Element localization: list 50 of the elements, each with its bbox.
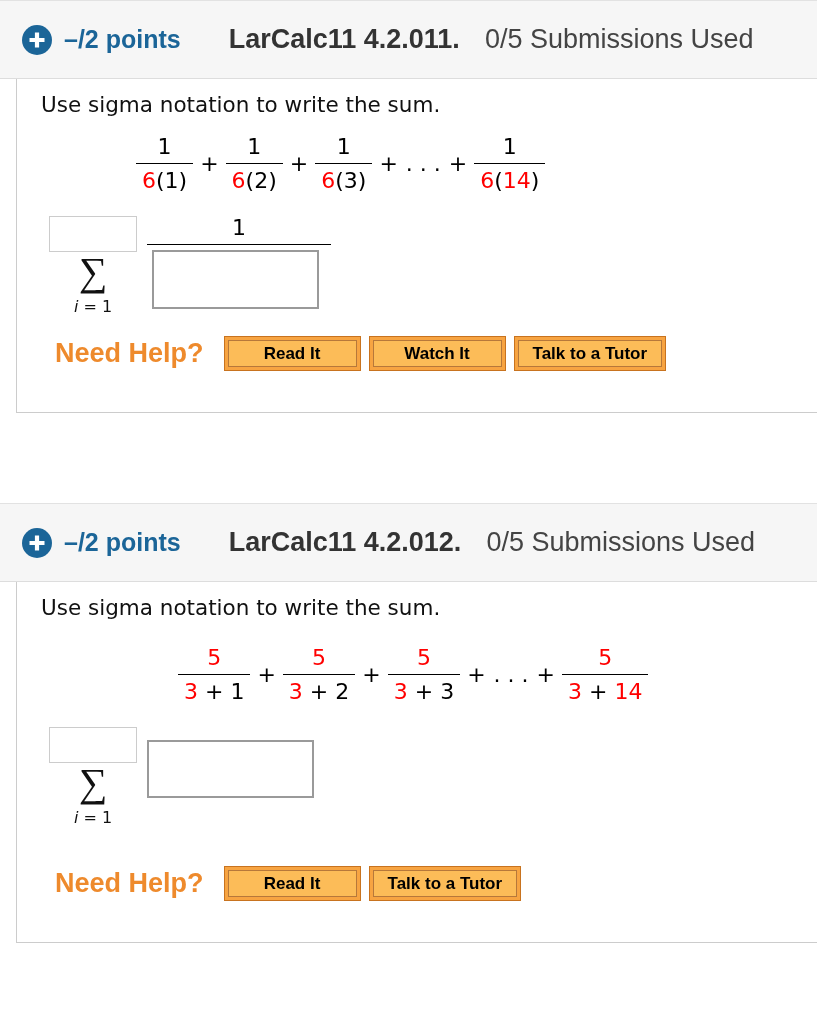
fraction-numerator: 5 bbox=[598, 645, 613, 672]
math-operator: + bbox=[257, 662, 276, 688]
math-operator: + bbox=[289, 151, 309, 177]
fraction-numerator: 1 bbox=[157, 134, 172, 161]
fraction-denominator: 3 + 3 bbox=[393, 678, 455, 705]
problem-code: LarCalc11 4.2.011. bbox=[228, 24, 460, 55]
fraction-denominator: 6(3) bbox=[321, 167, 367, 194]
math-operator: + bbox=[379, 151, 398, 177]
help-button[interactable]: Talk to a Tutor bbox=[368, 866, 522, 901]
math-operator: + bbox=[200, 151, 219, 177]
question-prompt: Use sigma notation to write the sum. bbox=[41, 595, 441, 621]
problem-code: LarCalc11 4.2.012. bbox=[228, 527, 462, 558]
plus-icon bbox=[22, 527, 52, 558]
need-help-label: Need Help? bbox=[55, 868, 204, 899]
answer-numerator: 1 bbox=[232, 216, 246, 240]
math-operator: + bbox=[467, 662, 486, 688]
help-button[interactable]: Read It bbox=[223, 866, 361, 901]
points-label: –/2 points bbox=[64, 25, 181, 54]
fraction-denominator: 3 + 1 bbox=[184, 678, 245, 705]
fraction-denominator: 3 + 2 bbox=[288, 678, 350, 705]
help-button[interactable]: Read It bbox=[223, 336, 361, 371]
submissions-count: 0/5 Submissions Used bbox=[486, 527, 755, 558]
math-operator: . . . bbox=[405, 151, 441, 177]
fraction-numerator: 1 bbox=[336, 134, 351, 161]
fraction-denominator: 6(1) bbox=[142, 167, 188, 194]
submissions-count: 0/5 Submissions Used bbox=[484, 24, 754, 55]
answer-field[interactable] bbox=[147, 740, 314, 798]
math-operator: . . . bbox=[493, 662, 529, 688]
fraction-numerator: 1 bbox=[247, 134, 262, 161]
need-help-label: Need Help? bbox=[55, 338, 204, 369]
denominator-field[interactable] bbox=[152, 250, 319, 309]
plus-icon bbox=[22, 24, 52, 55]
fraction-numerator: 1 bbox=[502, 134, 517, 161]
upper-limit-field[interactable] bbox=[49, 216, 137, 252]
fraction-numerator: 5 bbox=[207, 645, 222, 672]
fraction-denominator: 6(2) bbox=[231, 167, 277, 194]
fraction-denominator: 3 + 14 bbox=[568, 678, 643, 705]
math-operator: + bbox=[536, 662, 555, 688]
math-operator: + bbox=[362, 662, 381, 688]
help-button[interactable]: Watch It bbox=[368, 336, 506, 371]
points-label: –/2 points bbox=[64, 528, 181, 557]
question-prompt: Use sigma notation to write the sum. bbox=[41, 92, 441, 118]
help-button[interactable]: Talk to a Tutor bbox=[513, 336, 667, 371]
lower-limit: i = 1 bbox=[73, 298, 113, 316]
math-operator: + bbox=[448, 151, 468, 177]
upper-limit-field[interactable] bbox=[49, 727, 137, 763]
lower-limit: i = 1 bbox=[73, 809, 113, 827]
fraction-numerator: 5 bbox=[312, 645, 327, 672]
fraction-denominator: 6(14) bbox=[480, 167, 540, 194]
fraction-numerator: 5 bbox=[416, 645, 431, 672]
